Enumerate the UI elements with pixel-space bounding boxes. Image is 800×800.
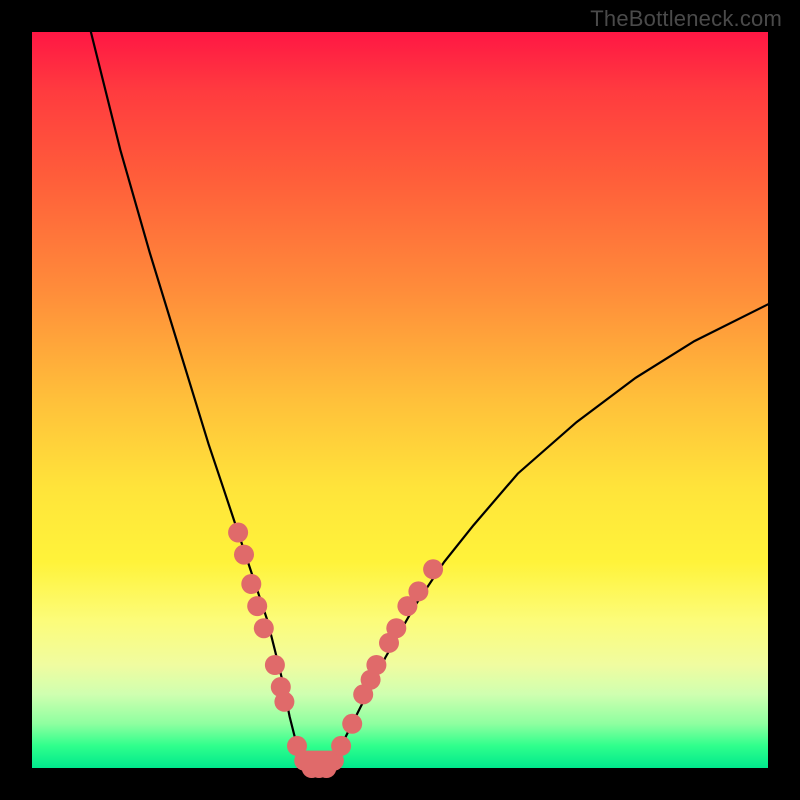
watermark-label: TheBottleneck.com — [590, 6, 782, 32]
chart-overlay — [32, 32, 768, 768]
chart-frame: TheBottleneck.com — [0, 0, 800, 800]
bottleneck-curve — [91, 32, 768, 768]
highlight-markers — [228, 523, 443, 779]
